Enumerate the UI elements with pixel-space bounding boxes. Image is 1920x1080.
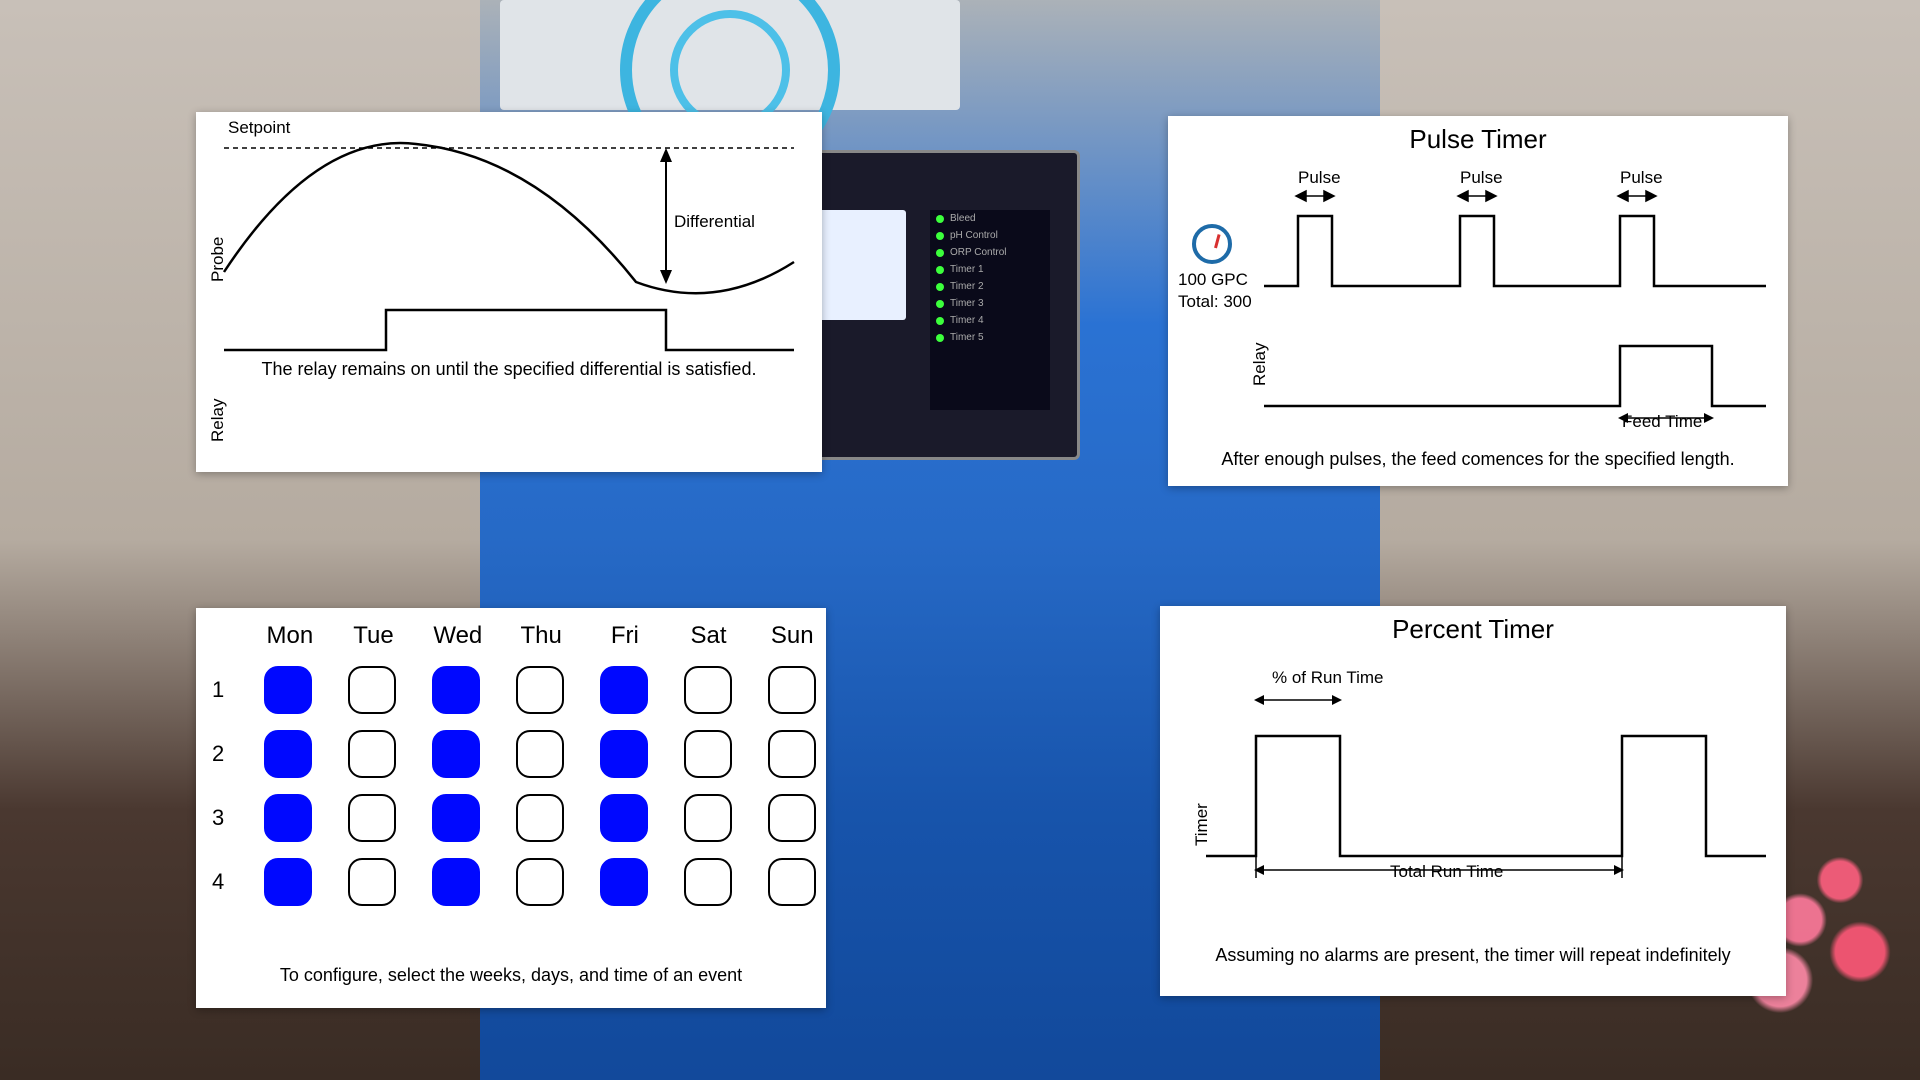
schedule-cell[interactable] <box>432 730 480 778</box>
controller-led-strip: Bleed pH Control ORP Control Timer 1 Tim… <box>930 210 1050 410</box>
schedule-cell[interactable] <box>432 794 480 842</box>
day-label: Fri <box>601 622 649 650</box>
led-label: Bleed <box>950 213 976 224</box>
setpoint-chart <box>196 112 822 362</box>
led-dot-icon <box>936 334 944 342</box>
led-label: ORP Control <box>950 247 1007 258</box>
schedule-cell[interactable] <box>600 730 648 778</box>
relay-axis-label: Relay <box>208 399 228 442</box>
led-label: pH Control <box>950 230 998 241</box>
led-row: Timer 2 <box>930 278 1050 295</box>
day-label: Sun <box>768 622 816 650</box>
schedule-cell[interactable] <box>348 730 396 778</box>
schedule-cell[interactable] <box>600 666 648 714</box>
week-label: 1 <box>212 677 228 703</box>
led-row: ORP Control <box>930 244 1050 261</box>
schedule-cell[interactable] <box>600 858 648 906</box>
led-dot-icon <box>936 317 944 325</box>
schedule-cell[interactable] <box>264 730 312 778</box>
pulse-timer-card: Pulse Timer Pulse Pulse Pulse 100 GPC To… <box>1168 116 1788 486</box>
schedule-cell[interactable] <box>348 666 396 714</box>
schedule-week-row: 2 <box>212 730 816 778</box>
led-row: Timer 4 <box>930 312 1050 329</box>
led-row: Timer 1 <box>930 261 1050 278</box>
led-dot-icon <box>936 249 944 257</box>
led-dot-icon <box>936 215 944 223</box>
setpoint-caption: The relay remains on until the specified… <box>196 353 822 386</box>
led-row: Bleed <box>930 210 1050 227</box>
week-label: 2 <box>212 741 228 767</box>
led-row: Timer 5 <box>930 329 1050 346</box>
week-label: 4 <box>212 869 228 895</box>
schedule-cell[interactable] <box>264 858 312 906</box>
pulse-caption: After enough pulses, the feed comences f… <box>1168 443 1788 476</box>
schedule-cell[interactable] <box>264 666 312 714</box>
schedule-week-row: 4 <box>212 858 816 906</box>
led-dot-icon <box>936 266 944 274</box>
schedule-cell[interactable] <box>264 794 312 842</box>
schedule-card: Mon Tue Wed Thu Fri Sat Sun 1 2 3 4 To conf… <box>196 608 826 1008</box>
percent-title: Percent Timer <box>1160 606 1786 645</box>
day-label: Thu <box>517 622 565 650</box>
led-dot-icon <box>936 232 944 240</box>
schedule-cell[interactable] <box>768 794 816 842</box>
week-label: 3 <box>212 805 228 831</box>
schedule-cell[interactable] <box>768 730 816 778</box>
schedule-cell[interactable] <box>516 858 564 906</box>
schedule-cell[interactable] <box>768 666 816 714</box>
schedule-cell[interactable] <box>348 858 396 906</box>
schedule-cell[interactable] <box>516 730 564 778</box>
schedule-cell[interactable] <box>684 858 732 906</box>
percent-chart <box>1160 656 1786 946</box>
schedule-week-row: 1 <box>212 666 816 714</box>
schedule-cell[interactable] <box>432 666 480 714</box>
schedule-cell[interactable] <box>432 858 480 906</box>
pulse-chart <box>1168 156 1788 476</box>
schedule-cell[interactable] <box>516 666 564 714</box>
day-label: Tue <box>350 622 398 650</box>
day-label: Mon <box>266 622 314 650</box>
led-dot-icon <box>936 283 944 291</box>
setpoint-diagram-card: Probe Relay Setpoint Differential The re… <box>196 112 822 472</box>
led-label: Timer 5 <box>950 332 984 343</box>
day-label: Sat <box>685 622 733 650</box>
schedule-cell[interactable] <box>768 858 816 906</box>
led-label: Timer 1 <box>950 264 984 275</box>
led-dot-icon <box>936 300 944 308</box>
controller-screen <box>816 210 906 320</box>
schedule-cell[interactable] <box>684 730 732 778</box>
percent-timer-card: Percent Timer Timer % of Run Time Total … <box>1160 606 1786 996</box>
schedule-cell[interactable] <box>684 666 732 714</box>
schedule-cell[interactable] <box>348 794 396 842</box>
led-row: Timer 3 <box>930 295 1050 312</box>
led-row: pH Control <box>930 227 1050 244</box>
schedule-week-row: 3 <box>212 794 816 842</box>
schedule-cell[interactable] <box>516 794 564 842</box>
day-label: Wed <box>433 622 481 650</box>
schedule-day-header: Mon Tue Wed Thu Fri Sat Sun <box>266 622 816 650</box>
percent-caption: Assuming no alarms are present, the time… <box>1160 939 1786 972</box>
led-label: Timer 2 <box>950 281 984 292</box>
schedule-cell[interactable] <box>600 794 648 842</box>
schedule-cell[interactable] <box>684 794 732 842</box>
led-label: Timer 4 <box>950 315 984 326</box>
schedule-caption: To configure, select the weeks, days, an… <box>196 959 826 992</box>
pulse-title: Pulse Timer <box>1168 116 1788 155</box>
led-label: Timer 3 <box>950 298 984 309</box>
